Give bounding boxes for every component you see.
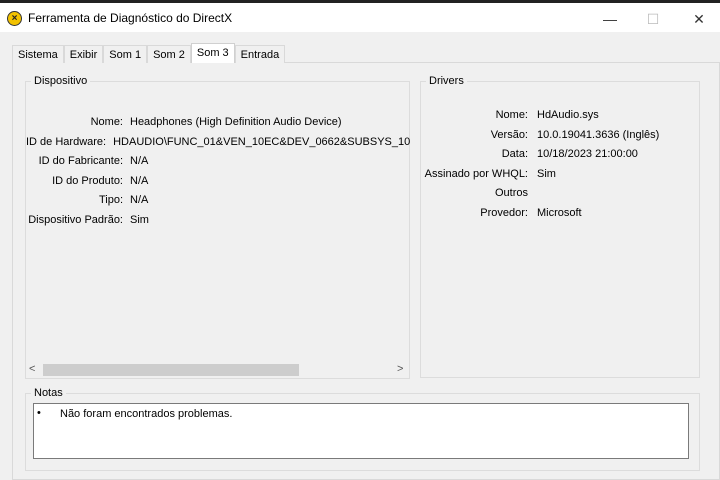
notes-textbox[interactable]: • Não foram encontrados problemas. (33, 403, 689, 459)
device-row-value: HDAUDIO\FUNC_01&VEN_10EC&DEV_0662&SUBSYS… (113, 135, 410, 148)
device-row: ID do Produto: N/A (26, 175, 410, 195)
close-button[interactable]: ✕ (684, 8, 714, 30)
horizontal-scrollbar[interactable]: < > (26, 362, 409, 378)
scrollbar-thumb[interactable] (43, 364, 299, 376)
tab-bar: Sistema Exibir Som 1 Som 2 Som 3 Entrada (12, 43, 286, 63)
drivers-row-label: Versão: (490, 128, 528, 141)
device-row-value: Sim (130, 213, 149, 226)
drivers-row: Nome: HdAudio.sys (421, 109, 699, 129)
drivers-row: Provedor: Microsoft (421, 207, 699, 227)
drivers-row: Assinado por WHQL: Sim (421, 168, 699, 188)
notes-item: Não foram encontrados problemas. (60, 408, 233, 420)
tab-som-1[interactable]: Som 1 (103, 45, 148, 63)
device-row-label: Tipo: (98, 194, 123, 206)
tab-entrada[interactable]: Entrada (234, 45, 286, 63)
drivers-group-title: Drivers (426, 75, 467, 87)
tab-sistema[interactable]: Sistema (12, 45, 64, 63)
window-title: Ferramenta de Diagnóstico do DirectX (28, 11, 233, 25)
drivers-row-value: 10.0.19041.3636 (Inglês) (537, 128, 660, 141)
device-row: Dispositivo Padrão: Sim (26, 214, 410, 234)
device-row-label: ID do Fabricante: (38, 155, 123, 167)
directx-app-icon: × (7, 11, 22, 26)
tab-som-3[interactable]: Som 3 (190, 43, 235, 63)
device-row-label: Nome: (90, 116, 123, 128)
bullet-icon: • (37, 407, 41, 419)
device-row-value: N/A (130, 155, 149, 167)
drivers-row-value: 10/18/2023 21:00:00 (537, 148, 638, 160)
drivers-row-label: Data: (501, 148, 528, 160)
drivers-row: Data: 10/18/2023 21:00:00 (421, 148, 699, 168)
scroll-right-icon[interactable]: > (397, 363, 403, 375)
device-group: Dispositivo Nome: Headphones (High Defini… (25, 75, 410, 379)
title-bar: × Ferramenta de Diagnóstico do DirectX —… (0, 3, 720, 32)
scroll-left-icon[interactable]: < (29, 363, 35, 375)
drivers-row-label: Outros (494, 187, 528, 199)
drivers-row-value: Microsoft (537, 206, 582, 219)
device-row-label: ID de Hardware: (26, 135, 107, 148)
drivers-group: Drivers Nome: HdAudio.sys Versão: 10.0.1904… (420, 75, 700, 378)
device-row: Nome: Headphones (High Definition Audio D… (26, 116, 410, 136)
drivers-row-value: HdAudio.sys (537, 109, 599, 121)
drivers-row: Versão: 10.0.19041.3636 (Inglês) (421, 129, 699, 149)
tab-som-2[interactable]: Som 2 (147, 45, 191, 63)
device-row-value: Headphones (High Definition Audio Device… (130, 116, 342, 128)
device-row: ID de Hardware: HDAUDIO\FUNC_01&VEN_10EC&… (26, 136, 410, 156)
drivers-row-label: Nome: (495, 109, 528, 121)
drivers-row-label: Assinado por WHQL: (424, 167, 528, 180)
device-row-label: Dispositivo Padrão: (28, 213, 123, 226)
device-group-title: Dispositivo (31, 75, 91, 87)
notes-group-title: Notas (31, 387, 66, 399)
device-row-label: ID do Produto: (52, 174, 123, 187)
minimize-button[interactable]: — (595, 8, 625, 30)
drivers-row-label: Provedor: (480, 206, 528, 219)
device-row: Tipo: N/A (26, 194, 410, 214)
device-row-value: N/A (130, 194, 149, 206)
drivers-row-value: Sim (537, 167, 556, 180)
drivers-row: Outros (421, 187, 699, 207)
tab-exibir[interactable]: Exibir (63, 45, 104, 63)
device-row-value: N/A (130, 174, 149, 187)
maximize-button[interactable]: ☐ (638, 8, 668, 30)
device-row: ID do Fabricante: N/A (26, 155, 410, 175)
